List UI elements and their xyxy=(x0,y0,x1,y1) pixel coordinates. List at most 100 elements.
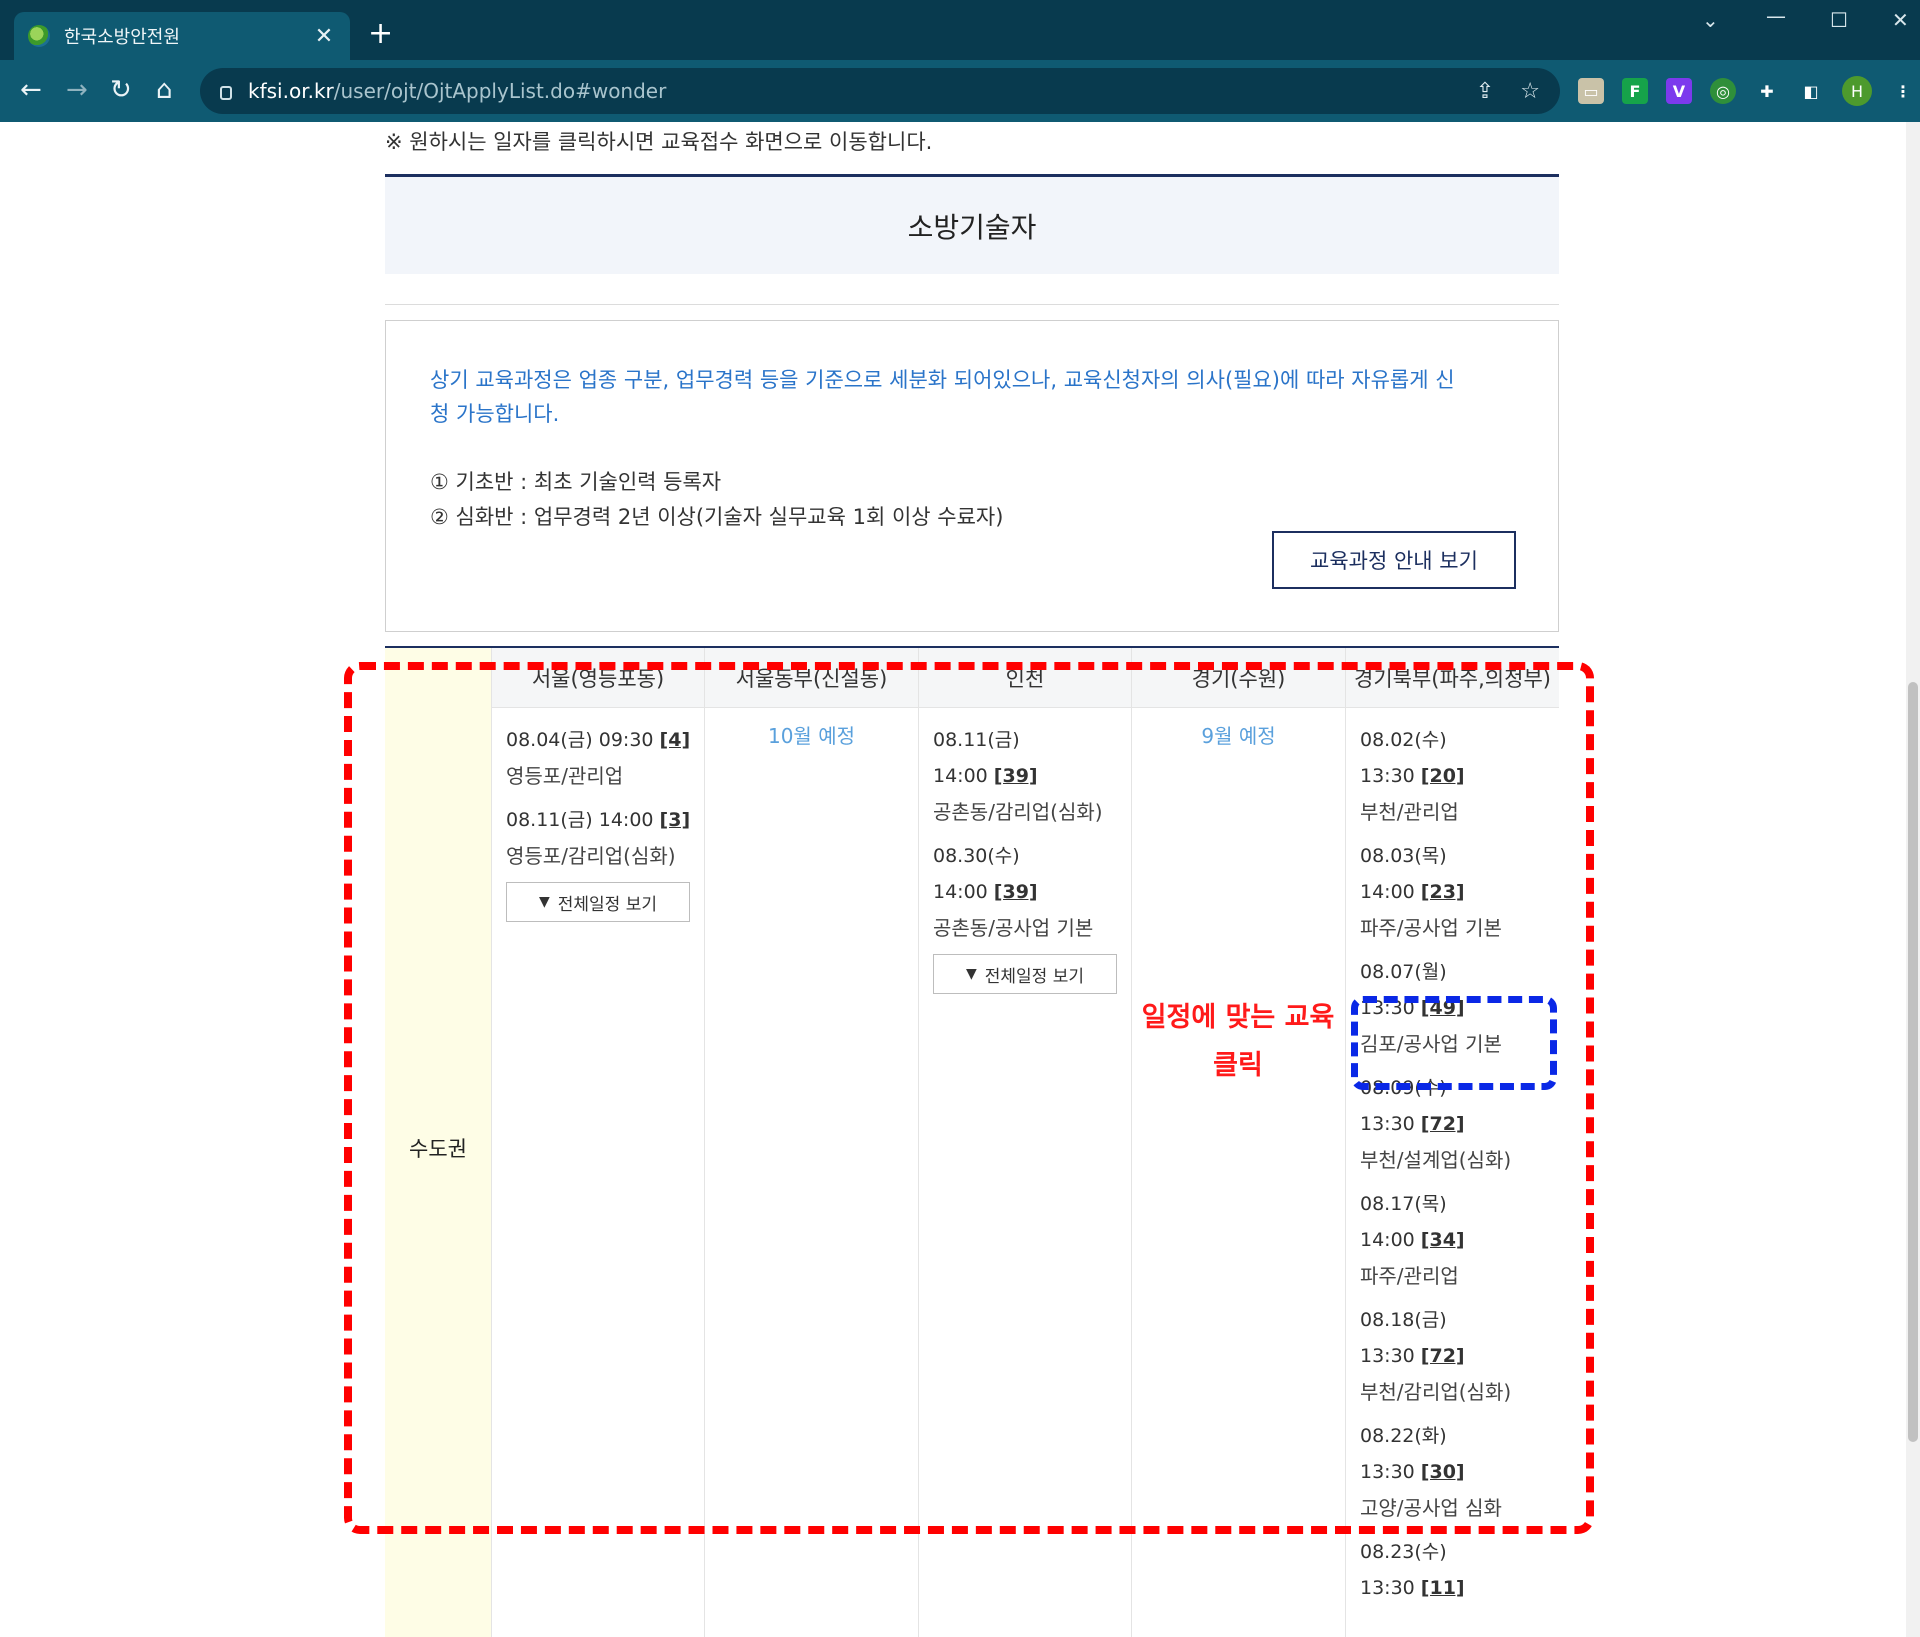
extension-f-icon[interactable]: F xyxy=(1622,78,1648,104)
profile-avatar[interactable]: H xyxy=(1842,76,1872,106)
schedule-entry[interactable]: 08.18(금) 13:30 [72] 부천/감리업(심화) xyxy=(1360,1302,1545,1410)
entry-date: 08.09(수) xyxy=(1360,1077,1447,1099)
entry-count-link[interactable]: [39] xyxy=(994,765,1038,787)
schedule-entry[interactable]: 08.03(목) 14:00 [23] 파주/공사업 기본 xyxy=(1360,838,1545,946)
entry-datetime: 08.11(금) 14:00 xyxy=(506,809,660,831)
schedule-entry[interactable]: 08.09(수) 13:30 [72] 부천/설계업(심화) xyxy=(1360,1070,1545,1178)
divider xyxy=(385,304,1559,305)
schedule-entry[interactable]: 08.23(수) 13:30 [11] xyxy=(1360,1534,1545,1606)
back-icon[interactable]: ← xyxy=(20,74,42,106)
column-header: 경기북부(파주,의정부) xyxy=(1346,648,1559,708)
entry-count-link[interactable]: [20] xyxy=(1421,765,1465,787)
full-schedule-label: 전체일정 보기 xyxy=(557,894,658,915)
entry-count-link[interactable]: [4] xyxy=(660,729,691,751)
course-info-box: 상기 교육과정은 업종 구분, 업무경력 등을 기준으로 세분화 되어있으나, … xyxy=(385,320,1559,632)
entry-location: 부천/설계업(심화) xyxy=(1360,1148,1512,1172)
column-header: 서울동부(신설동) xyxy=(705,648,918,708)
entry-time: 13:30 xyxy=(1360,1577,1421,1599)
schedule-entry[interactable]: 08.07(월) 13:30 [49] 김포/공사업 기본 xyxy=(1360,954,1545,1062)
entry-count-link[interactable]: [3] xyxy=(660,809,691,831)
advanced-course-note: ② 심화반 : 업무경력 2년 이상(기술자 실무교육 1회 이상 수료자) xyxy=(430,505,1004,529)
schedule-entry[interactable]: 08.17(목) 14:00 [34] 파주/관리업 xyxy=(1360,1186,1545,1294)
entry-time: 14:00 xyxy=(933,881,994,903)
maximize-icon[interactable]: ☐ xyxy=(1830,8,1848,32)
side-panel-icon[interactable]: ◧ xyxy=(1798,78,1824,104)
entry-date: 08.30(수) xyxy=(933,845,1020,867)
entry-date: 08.07(월) xyxy=(1360,961,1447,983)
region-label: 수도권 xyxy=(409,1137,467,1161)
entry-date: 08.02(수) xyxy=(1360,729,1447,751)
url-path: /user/ojt/OjtApplyList.do#wonder xyxy=(333,79,667,103)
tab-search-chevron-icon[interactable]: ⌄ xyxy=(1702,8,1719,32)
entry-count-link[interactable]: [72] xyxy=(1421,1113,1465,1135)
entry-count-link[interactable]: [30] xyxy=(1421,1461,1465,1483)
schedule-column-incheon: 인천 08.11(금) 14:00 [39] 공촌동/감리업(심화) 08.30… xyxy=(919,648,1132,1637)
entry-date: 08.23(수) xyxy=(1360,1541,1447,1563)
entry-count-link[interactable]: [72] xyxy=(1421,1345,1465,1367)
share-icon[interactable]: ⇪ xyxy=(1476,79,1494,104)
schedule-column-seoul: 서울(영등포동) 08.04(금) 09:30 [4] 영등포/관리업 08.1… xyxy=(492,648,705,1637)
annotation-label-line1: 일정에 맞는 교육 xyxy=(1141,1002,1335,1033)
scroll-thumb[interactable] xyxy=(1908,682,1918,1442)
address-bar[interactable]: kfsi.or.kr /user/ojt/OjtApplyList.do#won… xyxy=(200,68,1560,114)
extension-image-icon[interactable]: ▭ xyxy=(1578,78,1604,104)
basic-course-note: ① 기초반 : 최초 기술인력 등록자 xyxy=(430,470,722,494)
forward-icon[interactable]: → xyxy=(66,74,88,106)
schedule-entry[interactable]: 08.04(금) 09:30 [4] 영등포/관리업 xyxy=(506,722,690,794)
new-tab-button[interactable]: + xyxy=(368,16,393,52)
reload-icon[interactable]: ↻ xyxy=(110,74,132,106)
schedule-entry[interactable]: 08.11(금) 14:00 [39] 공촌동/감리업(심화) xyxy=(933,722,1117,830)
column-header: 인천 xyxy=(919,648,1131,708)
section-title-box: 소방기술자 xyxy=(385,174,1559,274)
page-scrollbar[interactable] xyxy=(1906,122,1920,1637)
entry-count-link[interactable]: [39] xyxy=(994,881,1038,903)
entry-count-link[interactable]: [11] xyxy=(1421,1577,1465,1599)
entry-location: 공촌동/감리업(심화) xyxy=(933,800,1103,824)
planned-note: 10월 예정 xyxy=(767,724,855,748)
entry-date: 08.18(금) xyxy=(1360,1309,1447,1331)
triangle-down-icon: ▼ xyxy=(965,966,977,982)
full-schedule-button[interactable]: ▼ 전체일정 보기 xyxy=(506,882,690,922)
entry-time: 13:30 xyxy=(1360,1113,1421,1135)
entry-count-link[interactable]: [49] xyxy=(1421,997,1465,1019)
entry-time: 13:30 xyxy=(1360,997,1421,1019)
tab-title: 한국소방안전원 xyxy=(64,27,180,48)
entry-time: 14:00 xyxy=(933,765,994,787)
extension-circle-icon[interactable]: ◎ xyxy=(1710,78,1736,104)
browser-tab[interactable]: 한국소방안전원 ✕ xyxy=(14,12,350,60)
course-guide-button[interactable]: 교육과정 안내 보기 xyxy=(1272,531,1516,589)
minimize-icon[interactable]: — xyxy=(1766,4,1786,28)
schedule-entry[interactable]: 08.11(금) 14:00 [3] 영등포/감리업(심화) xyxy=(506,802,690,874)
entry-count-link[interactable]: [23] xyxy=(1421,881,1465,903)
entry-count-link[interactable]: [34] xyxy=(1421,1229,1465,1251)
entry-location: 영등포/관리업 xyxy=(506,764,624,788)
schedule-entry[interactable]: 08.02(수) 13:30 [20] 부천/관리업 xyxy=(1360,722,1545,830)
schedule-column-seoul-east: 서울동부(신설동) 10월 예정 xyxy=(705,648,919,1637)
section-title: 소방기술자 xyxy=(907,210,1037,244)
entry-location: 고양/공사업 심화 xyxy=(1360,1496,1502,1520)
full-schedule-button[interactable]: ▼ 전체일정 보기 xyxy=(933,954,1117,994)
close-tab-icon[interactable]: ✕ xyxy=(312,24,336,49)
entry-date: 08.11(금) xyxy=(933,729,1020,751)
full-schedule-label: 전체일정 보기 xyxy=(984,966,1085,987)
menu-kebab-icon[interactable]: ⋮ xyxy=(1890,78,1916,104)
entry-location: 부천/감리업(심화) xyxy=(1360,1380,1512,1404)
entry-location: 김포/공사업 기본 xyxy=(1360,1032,1502,1056)
home-icon[interactable]: ⌂ xyxy=(156,74,173,106)
entry-time: 13:30 xyxy=(1360,1461,1421,1483)
schedule-entry[interactable]: 08.22(화) 13:30 [30] 고양/공사업 심화 xyxy=(1360,1418,1545,1526)
bookmark-star-icon[interactable]: ☆ xyxy=(1520,79,1540,104)
schedule-column-gyeonggi-north: 경기북부(파주,의정부) 08.02(수) 13:30 [20] 부천/관리업 … xyxy=(1346,648,1559,1637)
entry-datetime: 08.04(금) 09:30 xyxy=(506,729,660,751)
schedule-entry[interactable]: 08.30(수) 14:00 [39] 공촌동/공사업 기본 xyxy=(933,838,1117,946)
annotation-label: 일정에 맞는 교육 클릭 xyxy=(1128,994,1348,1090)
entry-date: 08.22(화) xyxy=(1360,1425,1447,1447)
extension-v-icon[interactable]: V xyxy=(1666,78,1692,104)
entry-location: 공촌동/공사업 기본 xyxy=(933,916,1094,940)
entry-location: 영등포/감리업(심화) xyxy=(506,844,676,868)
extensions-puzzle-icon[interactable]: ✚ xyxy=(1754,78,1780,104)
entry-location: 파주/관리업 xyxy=(1360,1264,1459,1288)
entry-location: 파주/공사업 기본 xyxy=(1360,916,1502,940)
close-window-icon[interactable]: ✕ xyxy=(1892,8,1909,32)
web-page: ※ 원하시는 일자를 클릭하시면 교육접수 화면으로 이동합니다. 소방기술자 … xyxy=(0,122,1920,1637)
